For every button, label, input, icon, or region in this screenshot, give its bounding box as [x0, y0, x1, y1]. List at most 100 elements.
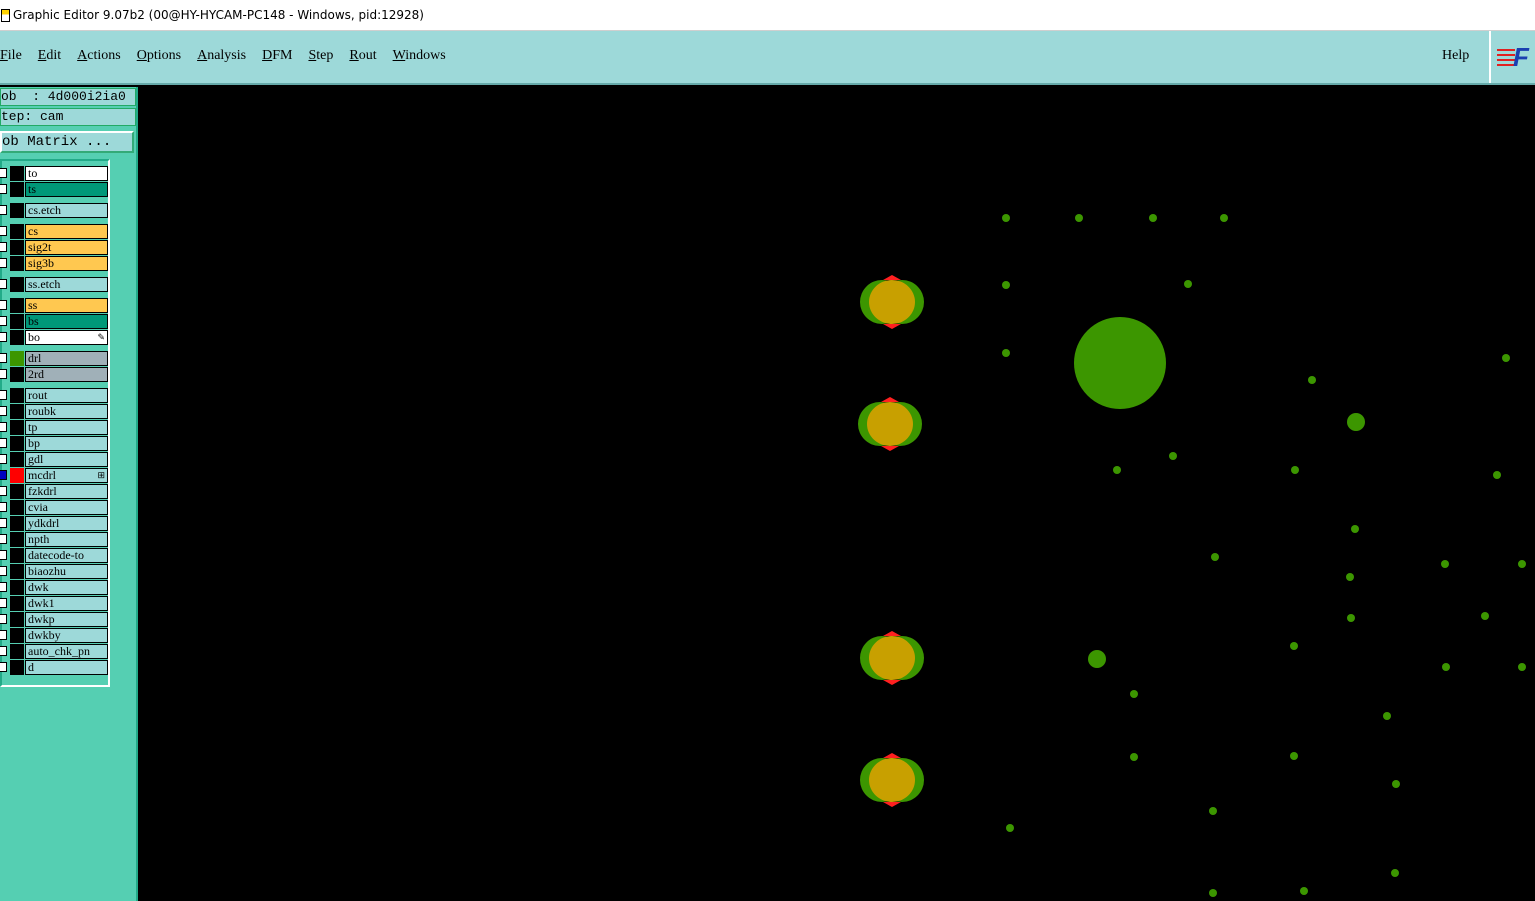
small-drill-hole[interactable] — [1441, 560, 1449, 568]
layer-name[interactable]: dwkp — [25, 612, 108, 627]
layer-row-dwkby[interactable]: dwkby — [0, 628, 108, 643]
layer-color-swatch[interactable] — [10, 166, 24, 181]
small-drill-hole[interactable] — [1442, 663, 1450, 671]
layer-checkbox[interactable] — [0, 534, 7, 544]
layer-row-auto_chk_pn[interactable]: auto_chk_pn — [0, 644, 108, 659]
small-drill-hole[interactable] — [1502, 354, 1510, 362]
layer-name[interactable]: dwkby — [25, 628, 108, 643]
layer-row-cvia[interactable]: cvia — [0, 500, 108, 515]
graphic-canvas[interactable] — [138, 87, 1535, 901]
layer-checkbox[interactable] — [0, 332, 7, 342]
small-drill-hole[interactable] — [1347, 614, 1355, 622]
layer-row-bs[interactable]: bs — [0, 314, 108, 329]
layer-checkbox[interactable] — [0, 438, 7, 448]
layer-color-swatch[interactable] — [10, 660, 24, 675]
layer-row-datecode-to[interactable]: datecode-to — [0, 548, 108, 563]
drill-hole[interactable] — [1347, 413, 1365, 431]
layer-row-cs[interactable]: cs — [0, 224, 108, 239]
layer-row-ss[interactable]: ss — [0, 298, 108, 313]
layer-name[interactable]: npth — [25, 532, 108, 547]
layer-checkbox[interactable] — [0, 646, 7, 656]
layer-name[interactable]: mcdrl ⊞ — [25, 468, 108, 483]
menu-edit[interactable]: Edit — [38, 48, 61, 64]
layer-color-swatch[interactable] — [10, 256, 24, 271]
layer-color-swatch[interactable] — [10, 314, 24, 329]
menu-file[interactable]: File — [0, 48, 22, 64]
layer-color-swatch[interactable] — [10, 298, 24, 313]
layer-row-bp[interactable]: bp — [0, 436, 108, 451]
layer-checkbox[interactable] — [0, 614, 7, 624]
layer-color-swatch[interactable] — [10, 420, 24, 435]
layer-color-swatch[interactable] — [10, 367, 24, 382]
layer-row-cs.etch[interactable]: cs.etch — [0, 203, 108, 218]
layer-checkbox[interactable] — [0, 550, 7, 560]
small-drill-hole[interactable] — [1300, 887, 1308, 895]
layer-checkbox[interactable] — [0, 369, 7, 379]
layer-checkbox[interactable] — [0, 300, 7, 310]
small-drill-hole[interactable] — [1220, 214, 1228, 222]
small-drill-hole[interactable] — [1291, 466, 1299, 474]
layer-row-roubk[interactable]: roubk — [0, 404, 108, 419]
layer-color-swatch[interactable] — [10, 452, 24, 467]
layer-name[interactable]: bs — [25, 314, 108, 329]
layer-row-npth[interactable]: npth — [0, 532, 108, 547]
layer-color-swatch[interactable] — [10, 644, 24, 659]
layer-list[interactable]: to ts cs.etch cs sig2t sig3b ss.etch ss bs bo ✎ drl… — [0, 159, 110, 687]
layer-checkbox[interactable] — [0, 226, 7, 236]
layer-row-ydkdrl[interactable]: ydkdrl — [0, 516, 108, 531]
layer-color-swatch[interactable] — [10, 182, 24, 197]
layer-row-bo[interactable]: bo ✎ — [0, 330, 108, 345]
small-drill-hole[interactable] — [1184, 280, 1192, 288]
layer-row-ss.etch[interactable]: ss.etch — [0, 277, 108, 292]
small-drill-hole[interactable] — [1493, 471, 1501, 479]
layer-name[interactable]: d — [25, 660, 108, 675]
layer-name[interactable]: sig2t — [25, 240, 108, 255]
small-drill-hole[interactable] — [1211, 553, 1219, 561]
menu-help[interactable]: Help — [1442, 48, 1469, 64]
menu-analysis[interactable]: Analysis — [197, 48, 246, 64]
small-drill-hole[interactable] — [1351, 525, 1359, 533]
menu-dfm[interactable]: DFM — [262, 48, 292, 64]
layer-name[interactable]: ss — [25, 298, 108, 313]
layer-checkbox[interactable] — [0, 662, 7, 672]
layer-checkbox[interactable] — [0, 566, 7, 576]
layer-checkbox[interactable] — [0, 630, 7, 640]
layer-name[interactable]: ts — [25, 182, 108, 197]
layer-checkbox[interactable] — [0, 205, 7, 215]
layer-row-sig3b[interactable]: sig3b — [0, 256, 108, 271]
layer-name[interactable]: to — [25, 166, 108, 181]
small-drill-hole[interactable] — [1002, 214, 1010, 222]
small-drill-hole[interactable] — [1391, 869, 1399, 877]
layer-name[interactable]: gdl — [25, 452, 108, 467]
small-drill-hole[interactable] — [1130, 753, 1138, 761]
layer-color-swatch[interactable] — [10, 484, 24, 499]
layer-checkbox[interactable] — [0, 486, 7, 496]
layer-color-swatch[interactable] — [10, 240, 24, 255]
layer-color-swatch[interactable] — [10, 516, 24, 531]
small-drill-hole[interactable] — [1209, 807, 1217, 815]
layer-color-swatch[interactable] — [10, 203, 24, 218]
small-drill-hole[interactable] — [1169, 452, 1177, 460]
layer-color-swatch[interactable] — [10, 580, 24, 595]
layer-name[interactable]: bp — [25, 436, 108, 451]
layer-row-fzkdrl[interactable]: fzkdrl — [0, 484, 108, 499]
layer-color-swatch[interactable] — [10, 404, 24, 419]
layer-color-swatch[interactable] — [10, 351, 24, 366]
small-drill-hole[interactable] — [1346, 573, 1354, 581]
layer-name[interactable]: biaozhu — [25, 564, 108, 579]
layer-color-swatch[interactable] — [10, 548, 24, 563]
small-drill-hole[interactable] — [1481, 612, 1489, 620]
layer-color-swatch[interactable] — [10, 224, 24, 239]
layer-checkbox[interactable] — [0, 470, 7, 480]
layer-row-rout[interactable]: rout — [0, 388, 108, 403]
small-drill-hole[interactable] — [1383, 712, 1391, 720]
layer-checkbox[interactable] — [0, 168, 7, 178]
layer-row-tp[interactable]: tp — [0, 420, 108, 435]
layer-checkbox[interactable] — [0, 582, 7, 592]
layer-checkbox[interactable] — [0, 422, 7, 432]
layer-name[interactable]: auto_chk_pn — [25, 644, 108, 659]
small-drill-hole[interactable] — [1002, 349, 1010, 357]
layer-name[interactable]: fzkdrl — [25, 484, 108, 499]
layer-name[interactable]: tp — [25, 420, 108, 435]
menu-windows[interactable]: Windows — [393, 48, 446, 64]
